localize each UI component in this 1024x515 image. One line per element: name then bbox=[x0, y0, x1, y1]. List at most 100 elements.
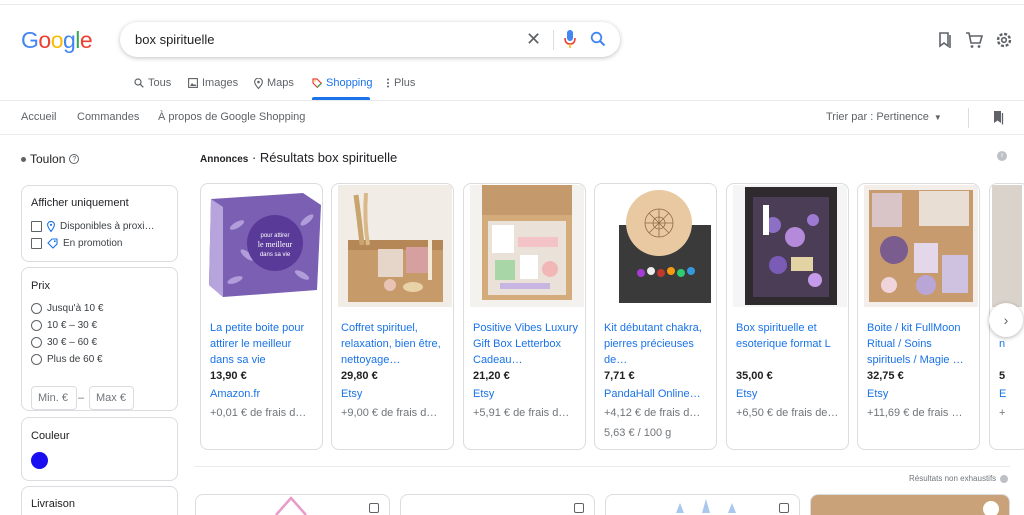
tab-plus[interactable]: Plus bbox=[386, 77, 415, 89]
subnav-accueil[interactable]: Accueil bbox=[21, 111, 56, 123]
product-price: 29,80 € bbox=[341, 370, 378, 382]
product-card[interactable]: Kit débutant chakra, pierres précieuses … bbox=[594, 183, 717, 450]
help-icon[interactable]: ? bbox=[69, 154, 80, 164]
radio[interactable] bbox=[31, 337, 42, 348]
price-option[interactable]: Jusqu'à 10 € bbox=[31, 303, 103, 314]
product-merchant[interactable]: Etsy bbox=[867, 388, 975, 400]
info-icon[interactable] bbox=[1000, 474, 1009, 483]
bookmark-icon[interactable] bbox=[779, 503, 789, 513]
checkbox[interactable] bbox=[31, 238, 42, 249]
product-price: 13,90 € bbox=[210, 370, 247, 382]
product-card[interactable]: Coffret spirituel, relaxation, bien être… bbox=[331, 183, 454, 450]
product-card[interactable] bbox=[195, 494, 390, 515]
min-price-input[interactable]: Min. € bbox=[31, 386, 77, 410]
filter-promo[interactable]: En promotion bbox=[31, 238, 122, 249]
availability-panel: Afficher uniquement Disponibles à proxi…… bbox=[21, 185, 178, 262]
product-title[interactable]: Coffret spirituel, relaxation, bien être… bbox=[341, 320, 449, 368]
tab-images[interactable]: Images bbox=[188, 77, 238, 89]
product-card[interactable] bbox=[400, 494, 595, 515]
max-price-input[interactable]: Max € bbox=[89, 386, 134, 410]
sort-label: Trier par : Pertinence bbox=[826, 111, 929, 123]
product-image[interactable] bbox=[470, 185, 584, 307]
tab-label: Tous bbox=[148, 77, 172, 89]
product-title[interactable]: Kit débutant chakra, pierres précieuses … bbox=[604, 320, 712, 368]
ads-label: Annonces bbox=[200, 154, 249, 165]
product-merchant[interactable]: Amazon.fr bbox=[210, 388, 318, 400]
search-icon[interactable] bbox=[590, 31, 606, 47]
bookmark-icon[interactable] bbox=[574, 503, 584, 513]
product-merchant[interactable]: Etsy bbox=[736, 388, 844, 400]
product-image[interactable] bbox=[992, 185, 1022, 307]
price-option[interactable]: 10 € – 30 € bbox=[31, 320, 97, 331]
color-swatch-blue[interactable] bbox=[31, 452, 48, 469]
product-shipping: +11,69 € de frais … bbox=[867, 407, 963, 419]
search-divider bbox=[553, 30, 554, 50]
bookmark-icon[interactable] bbox=[937, 31, 953, 49]
location-dot-icon bbox=[21, 156, 26, 162]
product-image[interactable] bbox=[266, 495, 316, 515]
product-image[interactable] bbox=[864, 185, 978, 307]
tab-shopping[interactable]: Shopping bbox=[312, 77, 373, 89]
product-image[interactable] bbox=[733, 185, 847, 307]
bookmark-icon[interactable] bbox=[369, 503, 379, 513]
availability-title: Afficher uniquement bbox=[31, 197, 129, 209]
product-title[interactable]: La petite boite pour attirer le meilleur… bbox=[210, 320, 318, 368]
clear-icon[interactable]: ✕ bbox=[526, 29, 541, 49]
price-option[interactable]: Plus de 60 € bbox=[31, 354, 103, 365]
product-image[interactable] bbox=[601, 185, 715, 307]
subnav-commandes[interactable]: Commandes bbox=[77, 111, 139, 123]
microphone-icon[interactable] bbox=[564, 30, 576, 48]
product-image[interactable] bbox=[338, 185, 452, 307]
price-title: Prix bbox=[31, 280, 50, 292]
image-icon bbox=[188, 78, 198, 88]
product-card[interactable]: Box spirituelle et esoterique format L 3… bbox=[726, 183, 849, 450]
product-title[interactable]: Boite / kit FullMoon Ritual / Soins spir… bbox=[867, 320, 975, 368]
subnav-about[interactable]: À propos de Google Shopping bbox=[158, 111, 305, 123]
tab-label: Images bbox=[202, 77, 239, 89]
product-card[interactable]: pour attirer le meilleur dans sa vie La … bbox=[200, 183, 323, 450]
carousel-next-button[interactable]: › bbox=[989, 303, 1023, 337]
info-icon[interactable]: i bbox=[997, 151, 1007, 161]
filter-label: Disponibles à proxi… bbox=[60, 221, 155, 232]
product-price: 32,75 € bbox=[867, 370, 904, 382]
product-merchant[interactable]: Etsy bbox=[473, 388, 581, 400]
settings-icon[interactable] bbox=[995, 31, 1013, 49]
product-image[interactable]: pour attirer le meilleur dans sa vie bbox=[207, 185, 321, 307]
radio[interactable] bbox=[31, 303, 42, 314]
price-option-label: Jusqu'à 10 € bbox=[47, 303, 104, 314]
search-input[interactable]: box spirituelle bbox=[135, 32, 215, 47]
svg-text:pour attirer: pour attirer bbox=[260, 233, 289, 239]
filter-nearby[interactable]: Disponibles à proxi… bbox=[31, 221, 155, 232]
tag-icon bbox=[47, 238, 58, 249]
results-divider bbox=[195, 466, 1010, 467]
product-card[interactable] bbox=[810, 494, 1010, 515]
radio[interactable] bbox=[31, 320, 42, 331]
product-card[interactable]: Positive Vibes Luxury Gift Box Letterbox… bbox=[463, 183, 586, 450]
non-exhaustive-note: Résultats non exhaustifs bbox=[909, 474, 1009, 483]
product-merchant-partial: E bbox=[999, 388, 1007, 400]
product-title[interactable]: Positive Vibes Luxury Gift Box Letterbox… bbox=[473, 320, 581, 368]
product-price: 35,00 € bbox=[736, 370, 773, 382]
product-card[interactable] bbox=[605, 494, 800, 515]
product-merchant[interactable]: PandaHall Online… bbox=[604, 388, 712, 400]
logo-letter: g bbox=[62, 27, 76, 53]
svg-text:le meilleur: le meilleur bbox=[258, 240, 293, 249]
checkbox[interactable] bbox=[31, 221, 42, 232]
cart-icon[interactable] bbox=[965, 31, 983, 49]
product-image[interactable] bbox=[666, 495, 746, 515]
bookmarks-icon[interactable] bbox=[991, 110, 1004, 125]
bookmark-icon[interactable] bbox=[983, 501, 999, 515]
price-option[interactable]: 30 € – 60 € bbox=[31, 337, 97, 348]
results-heading: Annonces · Résultats box spirituelle bbox=[200, 150, 397, 165]
product-title[interactable]: Box spirituelle et esoterique format L bbox=[736, 320, 844, 368]
tab-tous[interactable]: Tous bbox=[134, 77, 171, 89]
price-panel: Prix Jusqu'à 10 € 10 € – 30 € 30 € – 60 … bbox=[21, 267, 178, 411]
radio[interactable] bbox=[31, 354, 42, 365]
product-card[interactable]: Boite / kit FullMoon Ritual / Soins spir… bbox=[857, 183, 980, 450]
location-filter[interactable]: Toulon ? bbox=[21, 152, 80, 166]
tab-maps[interactable]: Maps bbox=[254, 77, 294, 89]
product-merchant[interactable]: Etsy bbox=[341, 388, 449, 400]
sort-dropdown[interactable]: Trier par : Pertinence ▼ bbox=[826, 111, 942, 123]
google-logo[interactable]: Google bbox=[21, 27, 93, 54]
search-box[interactable]: box spirituelle ✕ bbox=[120, 22, 620, 57]
